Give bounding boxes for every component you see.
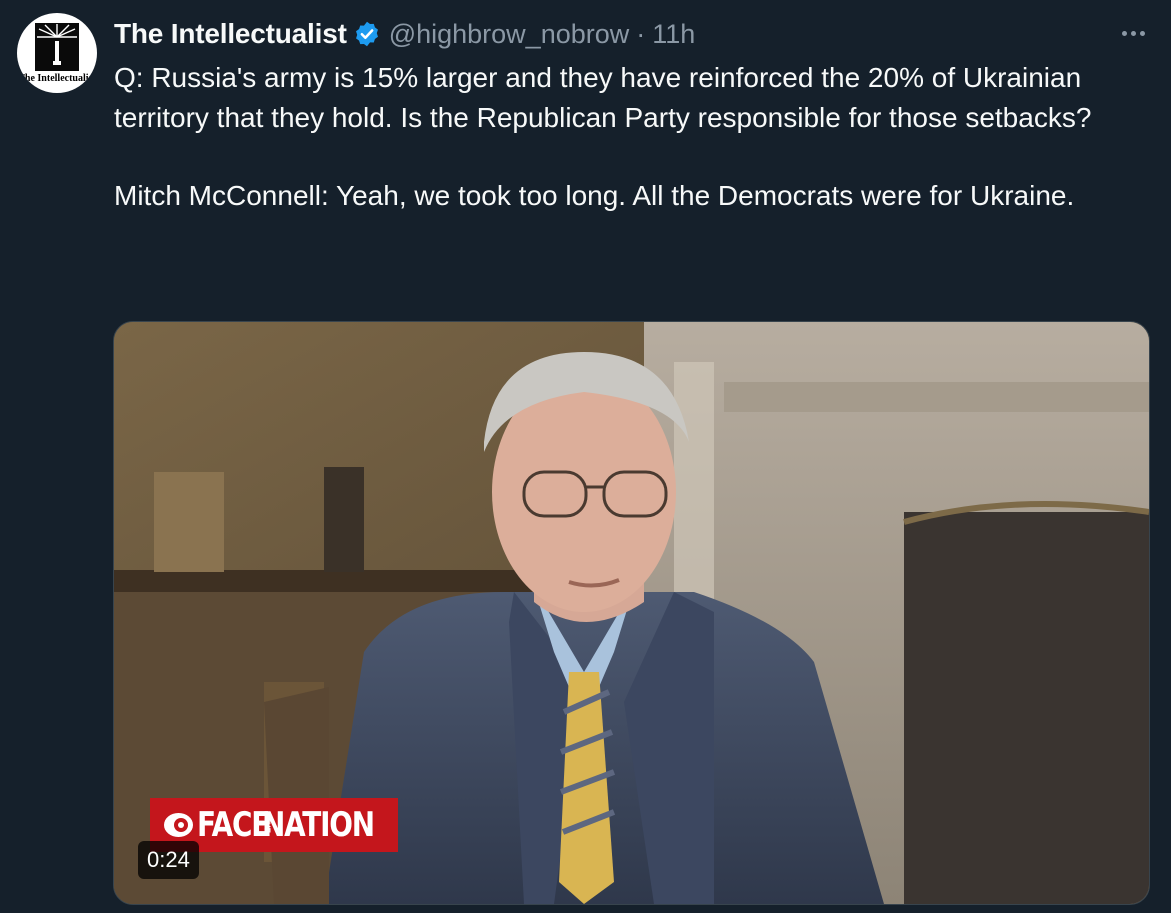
header-separator: · (636, 18, 646, 49)
tweet-timestamp[interactable]: 11h (652, 19, 695, 50)
more-dot (1139, 30, 1145, 36)
brand-face: FACE (196, 805, 270, 845)
tweet-text-answer: Mitch McConnell: Yeah, we took too long.… (114, 180, 1075, 211)
author-name[interactable]: The Intellectualist (114, 18, 347, 50)
video-player[interactable]: FACE THE NATION 0:24 (113, 321, 1150, 905)
eye-logo-icon (164, 813, 193, 837)
tweet-header: The Intellectualist @highbrow_nobrow · 1… (114, 14, 695, 54)
more-options-icon[interactable] (1115, 18, 1151, 48)
avatar-logo-icon (37, 24, 77, 65)
avatar-text: The Intellectualist (18, 73, 96, 84)
avatar[interactable]: The Intellectualist (17, 13, 97, 93)
video-duration: 0:24 (138, 841, 199, 879)
brand-nation: NATION (261, 805, 375, 845)
tweet-text: Q: Russia's army is 15% larger and they … (114, 58, 1134, 216)
previous-tweet-edge (0, 0, 1171, 8)
more-dot (1130, 30, 1136, 36)
author-handle[interactable]: @highbrow_nobrow (389, 19, 630, 50)
verified-badge-icon[interactable] (353, 20, 381, 48)
tweet-text-question: Q: Russia's army is 15% larger and they … (114, 62, 1092, 133)
more-dot (1121, 30, 1127, 36)
